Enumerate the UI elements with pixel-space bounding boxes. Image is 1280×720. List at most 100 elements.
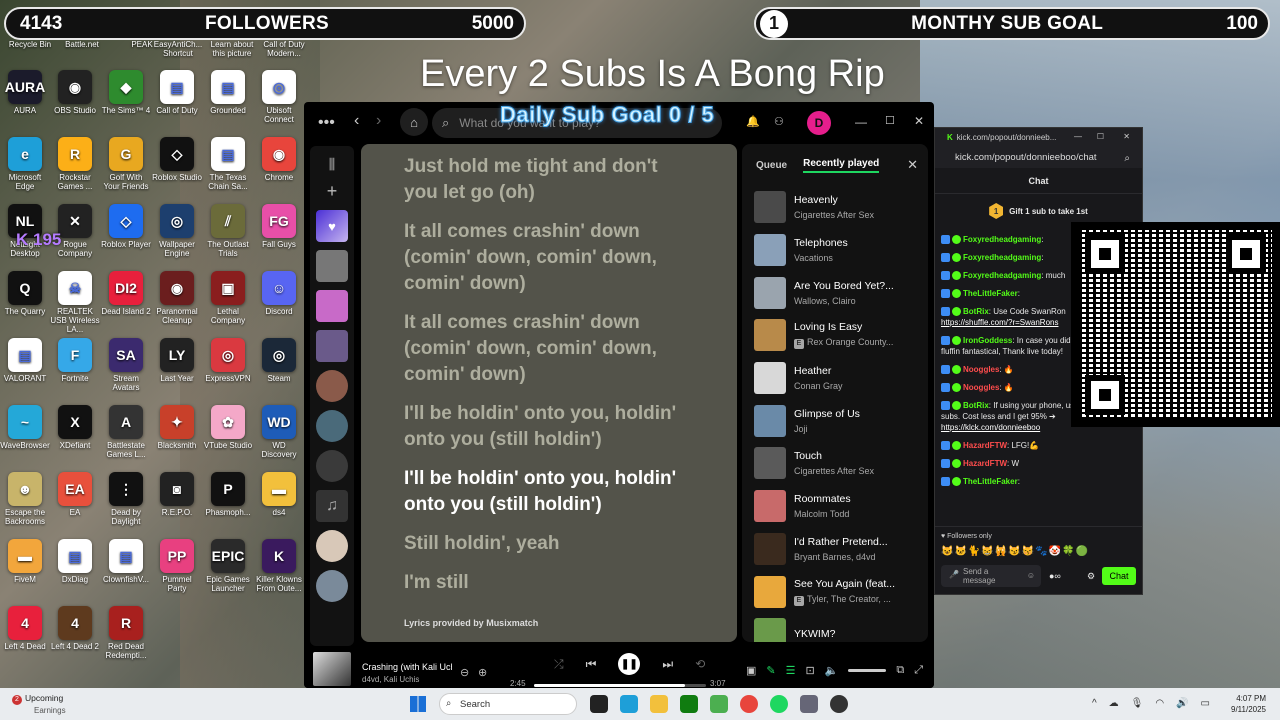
- desktop-shortcut[interactable]: PP Pummel Party: [152, 539, 202, 593]
- queue-close-icon[interactable]: ✕: [907, 157, 918, 173]
- store-icon[interactable]: [710, 695, 728, 713]
- lyrics-icon[interactable]: ✎: [766, 664, 775, 677]
- desktop-shortcut[interactable]: F Fortnite: [50, 338, 100, 383]
- desktop-shortcut[interactable]: ✿ VTube Studio: [203, 405, 253, 450]
- desktop-shortcut[interactable]: Q The Quarry: [0, 271, 50, 316]
- desktop-shortcut[interactable]: ▤ DxDiag: [50, 539, 100, 584]
- lyric-line[interactable]: It all comes crashin' down (comin' down,…: [404, 310, 694, 388]
- recent-track[interactable]: I'd Rather Pretend... Bryant Barnes, d4vd: [742, 528, 928, 571]
- desktop-shortcut[interactable]: ◉ Chrome: [254, 137, 304, 182]
- recent-track[interactable]: See You Again (feat... E Tyler, The Creato…: [742, 570, 928, 613]
- desktop-shortcut[interactable]: R Red Dead Redempti...: [101, 606, 151, 660]
- chat-username[interactable]: HazardFTW: [963, 459, 1007, 468]
- home-icon[interactable]: ⌂: [400, 108, 428, 136]
- tab-recently-played[interactable]: Recently played: [803, 158, 880, 173]
- news-icon[interactable]: 🔔: [746, 115, 760, 128]
- volume-icon[interactable]: 🔊: [1176, 698, 1188, 709]
- desktop-shortcut[interactable]: X XDefiant: [50, 405, 100, 450]
- connect-device-icon[interactable]: ⊡: [806, 664, 815, 677]
- desktop-shortcut[interactable]: ◎ Ubisoft Connect: [254, 70, 304, 124]
- cloud-icon[interactable]: ☁: [1109, 698, 1119, 709]
- edge-icon[interactable]: [620, 695, 638, 713]
- desktop-shortcut[interactable]: ▣ Lethal Company: [203, 271, 253, 325]
- desktop-shortcut[interactable]: ☻ Escape the Backrooms: [0, 472, 50, 526]
- infinity-icon[interactable]: ●∞: [1049, 571, 1061, 581]
- maximize-icon[interactable]: ☐: [1097, 132, 1104, 141]
- shuffle-icon[interactable]: ⤮: [554, 657, 564, 672]
- now-playing-title[interactable]: Crashing (with Kali Uchis): [362, 662, 452, 672]
- chat-username[interactable]: Nooggles: [963, 383, 999, 392]
- chat-username[interactable]: BotRix: [963, 401, 989, 410]
- miniplayer-icon[interactable]: ⧉: [896, 664, 904, 677]
- library-item[interactable]: [316, 330, 348, 362]
- desktop-shortcut[interactable]: ⋮ Dead by Daylight: [101, 472, 151, 526]
- plus-icon[interactable]: +: [310, 181, 354, 202]
- desktop-shortcut[interactable]: ▤ The Texas Chain Sa...: [203, 137, 253, 191]
- add-icon[interactable]: ⊕: [478, 666, 487, 679]
- lyric-line[interactable]: Still holdin', yeah: [404, 531, 694, 557]
- pause-button[interactable]: ❚❚: [618, 653, 641, 675]
- lyric-line[interactable]: It all comes crashin' down (comin' down,…: [404, 219, 694, 297]
- forward-icon[interactable]: ›: [376, 112, 381, 130]
- chat-username[interactable]: IronGoddess: [963, 336, 1012, 345]
- desktop-shortcut[interactable]: ◇ Roblox Studio: [152, 137, 202, 182]
- windows-start-icon[interactable]: [410, 696, 426, 712]
- recent-track[interactable]: Telephones Vacations: [742, 229, 928, 272]
- desktop-shortcut[interactable]: K Killer Klowns From Oute...: [254, 539, 304, 593]
- wifi-icon[interactable]: ◠: [1155, 698, 1164, 709]
- taskbar-search[interactable]: ⌕ Search: [439, 693, 577, 715]
- desktop-shortcut[interactable]: LY Last Year: [152, 338, 202, 383]
- battery-icon[interactable]: ▭: [1201, 698, 1210, 709]
- chat-username[interactable]: Nooggles: [963, 365, 999, 374]
- clock[interactable]: 4:07 PM 9/11/2025: [1231, 693, 1266, 715]
- desktop-shortcut[interactable]: ▤ ClownfishV...: [101, 539, 151, 584]
- desktop-shortcut[interactable]: 4 Left 4 Dead: [0, 606, 50, 651]
- obs-icon[interactable]: [830, 695, 848, 713]
- library-item[interactable]: [316, 450, 348, 482]
- chat-username[interactable]: BotRix: [963, 307, 989, 316]
- desktop-shortcut[interactable]: ◙ R.E.P.O.: [152, 472, 202, 517]
- desktop-shortcut[interactable]: ☠ REALTEK USB Wireless LA...: [50, 271, 100, 334]
- desktop-shortcut[interactable]: ◎ Wallpaper Engine: [152, 204, 202, 258]
- desktop-shortcut[interactable]: ◎ Steam: [254, 338, 304, 383]
- chevron-up-icon[interactable]: ^: [1092, 698, 1097, 709]
- chat-username[interactable]: TheLittleFaker: [963, 477, 1018, 486]
- queue-icon[interactable]: ☰: [786, 664, 796, 677]
- lyric-line[interactable]: I'll be holdin' onto you, holdin' onto y…: [404, 466, 694, 518]
- previous-icon[interactable]: ⏮: [586, 657, 597, 672]
- desktop-shortcut[interactable]: EA EA: [50, 472, 100, 517]
- close-icon[interactable]: ✕: [1123, 132, 1130, 141]
- liked-songs-icon[interactable]: ♥: [316, 210, 348, 242]
- desktop-shortcut[interactable]: ☺ Discord: [254, 271, 304, 316]
- desktop-shortcut[interactable]: ~ WaveBrowser: [0, 405, 50, 450]
- chat-username[interactable]: Foxyredheadgaming: [963, 235, 1041, 244]
- desktop-shortcut[interactable]: ◇ Roblox Player: [101, 204, 151, 249]
- desktop-shortcut[interactable]: G Golf With Your Friends: [101, 137, 151, 191]
- tab-queue[interactable]: Queue: [756, 160, 787, 171]
- library-item[interactable]: [316, 370, 348, 402]
- desktop-shortcut[interactable]: ▬ FiveM: [0, 539, 50, 584]
- chat-message[interactable]: HazardFTW: W: [941, 458, 1136, 469]
- lyric-line[interactable]: I'll be holdin' onto you, holdin' onto y…: [404, 401, 694, 453]
- desktop-shortcut[interactable]: P Phasmoph...: [203, 472, 253, 517]
- chat-input[interactable]: 🎤 Send a message ☺: [941, 565, 1041, 587]
- library-icon[interactable]: ⫼: [310, 156, 354, 173]
- desktop-shortcut[interactable]: ◉ OBS Studio: [50, 70, 100, 115]
- now-playing-art[interactable]: [313, 652, 351, 686]
- desktop-shortcut[interactable]: e Microsoft Edge: [0, 137, 50, 191]
- progress-bar[interactable]: [534, 684, 706, 687]
- desktop-shortcut[interactable]: A Battlestate Games L...: [101, 405, 151, 459]
- friends-icon[interactable]: ⚇: [774, 115, 784, 128]
- more-icon[interactable]: •••: [318, 114, 335, 132]
- recent-track[interactable]: Roommates Malcolm Todd: [742, 485, 928, 528]
- chrome-icon[interactable]: [740, 695, 758, 713]
- minimize-icon[interactable]: —: [1074, 132, 1082, 141]
- desktop-shortcut[interactable]: AURA AURA: [0, 70, 50, 115]
- next-icon[interactable]: ⏭: [662, 657, 673, 672]
- chat-username[interactable]: HazardFTW: [963, 441, 1007, 450]
- xbox-icon[interactable]: [680, 695, 698, 713]
- desktop-shortcut[interactable]: ▬ ds4: [254, 472, 304, 517]
- desktop-shortcut[interactable]: ◉ Paranormal Cleanup: [152, 271, 202, 325]
- recent-track[interactable]: Heavenly Cigarettes After Sex: [742, 186, 928, 229]
- recent-track[interactable]: Loving Is Easy E Rex Orange County...: [742, 314, 928, 357]
